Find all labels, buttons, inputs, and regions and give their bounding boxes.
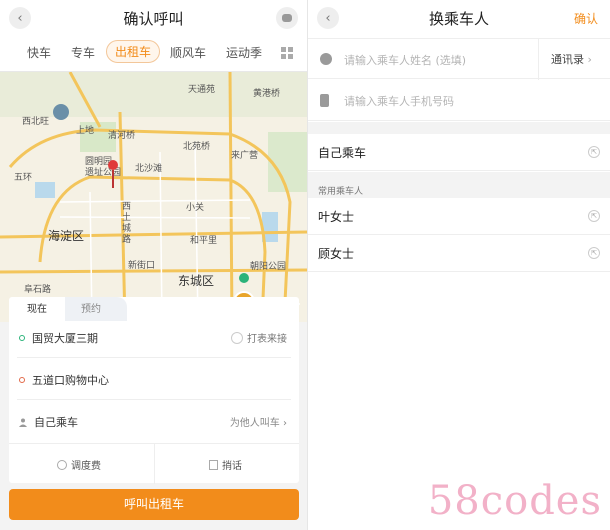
frequent-rider-item[interactable]: 顾女士 ⇱ (308, 235, 610, 272)
trip-card: 现在 预约 国贸大厦三期 打表来接 五道口购物中心 自己乘车 为他人叫车 › 调… (9, 297, 299, 484)
map-label: 北苑桥 (183, 142, 211, 152)
frequent-rider-name: 叶女士 (318, 210, 355, 224)
destination-pin-icon (108, 160, 118, 170)
origin-address: 国贸大厦三期 (32, 332, 98, 345)
note-icon (209, 460, 218, 470)
train-icon (53, 104, 69, 120)
section-header: 常用乘车人 (308, 172, 610, 198)
destination-pin-stem (112, 170, 114, 188)
contacts-label: 通讯录 (551, 53, 584, 66)
map-label-district: 海淀区 (48, 229, 85, 243)
map-label: 西北旺 (22, 117, 50, 127)
divider (17, 399, 291, 400)
map-label: 清河桥 (108, 131, 136, 141)
dispatch-fee-label: 调度费 (71, 461, 101, 472)
service-tabs: 快车 专车 出租车 顺风车 运动季 (0, 36, 307, 72)
radio-circle-icon (231, 332, 243, 344)
message-note-label: 捎话 (222, 461, 242, 472)
tab-express[interactable]: 快车 (27, 44, 51, 61)
dispatch-fee-button[interactable]: 调度费 (57, 457, 101, 472)
top-bar: ‹ 换乘车人 确认 (308, 0, 610, 38)
map-label: 朝阳公园 (250, 262, 287, 272)
frequent-rider-item[interactable]: 叶女士 ⇱ (308, 198, 610, 235)
chevron-right-icon: › (587, 53, 592, 66)
map-label: 来广营 (231, 151, 259, 161)
rider-option-self[interactable]: 自己乘车 ⇱ (308, 134, 610, 171)
map-view[interactable]: 天通苑 黄港桥 西北旺 上地 清河桥 北苑桥 圆明园 遗址公园 北沙滩 五环 来… (0, 72, 307, 322)
frequent-rider-name: 顾女士 (318, 247, 355, 261)
origin-pin-icon (239, 273, 249, 283)
map-label: 阜石路 (24, 285, 52, 295)
map-label: 小关 (186, 203, 205, 213)
time-tabs: 现在 预约 (9, 297, 299, 321)
page-title: 确认呼叫 (123, 10, 184, 28)
more-grid-icon[interactable] (281, 47, 293, 59)
map-label: 天通苑 (188, 85, 216, 95)
person-icon (19, 418, 27, 427)
message-button[interactable] (276, 7, 298, 29)
frequent-riders-label: 常用乘车人 (318, 187, 364, 197)
tab-hitch[interactable]: 顺风车 (170, 44, 206, 61)
map-label: 黄港桥 (253, 89, 281, 99)
map-label-district: 东城区 (178, 274, 215, 288)
top-bar: ‹ 确认呼叫 (0, 0, 307, 36)
call-for-other-label: 为他人叫车 (229, 418, 280, 429)
map-label: 新街口 (128, 261, 156, 271)
map-label: 西土城路 (122, 202, 132, 245)
phone-field[interactable]: 请输入乘车人手机号码 (308, 80, 610, 121)
meter-pickup-toggle[interactable]: 打表来接 (231, 330, 287, 345)
destination-dot-icon (19, 377, 25, 383)
map-label: 上地 (76, 126, 95, 136)
watermark: 58codes (427, 478, 602, 524)
tab-premier[interactable]: 专车 (71, 44, 95, 61)
call-taxi-button[interactable]: 呼叫出租车 (9, 489, 299, 520)
tab-now[interactable]: 现在 (27, 300, 47, 315)
destination-address: 五道口购物中心 (32, 374, 109, 387)
rider-row[interactable]: 自己乘车 为他人叫车 › (9, 414, 299, 440)
phone-icon (320, 94, 329, 107)
select-icon: ⇱ (588, 247, 600, 259)
tab-taxi[interactable]: 出租车 (106, 40, 161, 63)
origin-dot-icon (19, 335, 25, 341)
name-field[interactable]: 请输入乘车人姓名 (选填) 通讯录 › (308, 38, 610, 80)
change-rider-screen: ‹ 换乘车人 确认 请输入乘车人姓名 (选填) 通讯录 › 请输入乘车人手机号码… (307, 0, 610, 530)
call-for-other-link[interactable]: 为他人叫车 › (230, 414, 287, 429)
rider-option-label: 自己乘车 (318, 146, 367, 160)
map-label: 五环 (14, 173, 33, 183)
message-note-button[interactable]: 捎话 (209, 457, 242, 472)
confirm-button[interactable]: 确认 (574, 10, 598, 27)
divider (154, 444, 155, 484)
confirm-call-screen: ‹ 确认呼叫 快车 专车 出租车 顺风车 运动季 天通苑 黄港桥 西北旺 上地 … (0, 0, 307, 530)
divider (17, 357, 291, 358)
destination-row[interactable]: 五道口购物中心 (9, 372, 299, 398)
name-input-placeholder: 请输入乘车人姓名 (选填) (344, 54, 467, 67)
extra-options: 调度费 捎话 (9, 443, 299, 484)
chevron-right-icon: › (283, 418, 287, 429)
select-icon: ⇱ (588, 210, 600, 222)
phone-input-placeholder: 请输入乘车人手机号码 (344, 95, 454, 108)
person-icon (320, 53, 332, 65)
coin-icon (57, 460, 67, 470)
rider-label: 自己乘车 (34, 416, 78, 429)
map-label: 和平里 (190, 236, 218, 246)
chat-icon (282, 14, 292, 22)
select-icon: ⇱ (588, 146, 600, 158)
tab-reserve[interactable]: 预约 (81, 300, 101, 315)
origin-row[interactable]: 国贸大厦三期 打表来接 (9, 330, 299, 356)
map-label: 北沙滩 (135, 164, 163, 174)
contacts-button[interactable]: 通讯录 › (538, 39, 610, 80)
tab-sports-season[interactable]: 运动季 (226, 44, 262, 61)
meter-pickup-label: 打表来接 (247, 334, 287, 345)
page-title: 换乘车人 (428, 10, 489, 28)
